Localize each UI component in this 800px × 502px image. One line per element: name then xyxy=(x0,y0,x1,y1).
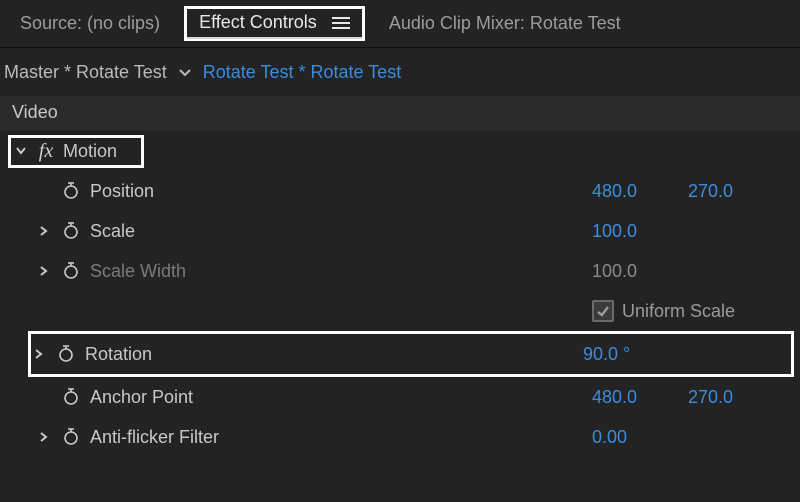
property-anchor-point-label: Anchor Point xyxy=(90,387,584,408)
property-scale-label: Scale xyxy=(90,221,584,242)
stopwatch-icon xyxy=(60,261,82,281)
fx-icon[interactable]: fx xyxy=(35,140,57,163)
tab-audio-mixer-label: Audio Clip Mixer: Rotate Test xyxy=(389,13,621,33)
tab-audio-clip-mixer[interactable]: Audio Clip Mixer: Rotate Test xyxy=(375,5,635,42)
stopwatch-icon[interactable] xyxy=(60,387,82,407)
breadcrumb-clip[interactable]: Rotate Test * Rotate Test xyxy=(203,62,401,83)
effect-list: fx Motion Position 480.0 270.0 xyxy=(0,131,800,457)
breadcrumb-master: Master * Rotate Test xyxy=(4,62,167,83)
scale-value[interactable]: 100.0 xyxy=(592,221,652,242)
property-position-label: Position xyxy=(90,181,584,202)
motion-highlight: fx Motion xyxy=(8,135,144,168)
property-anti-flicker: Anti-flicker Filter 0.00 xyxy=(0,417,800,457)
position-x-value[interactable]: 480.0 xyxy=(592,181,652,202)
hamburger-icon[interactable] xyxy=(332,16,350,30)
chevron-down-icon[interactable] xyxy=(177,66,193,78)
tab-source[interactable]: Source: (no clips) xyxy=(6,5,174,42)
property-rotation: Rotation 90.0 ° xyxy=(31,334,791,374)
chevron-right-icon[interactable] xyxy=(36,264,52,278)
uniform-scale-checkbox[interactable] xyxy=(592,300,614,322)
tab-effect-controls[interactable]: Effect Controls xyxy=(184,6,365,41)
stopwatch-icon[interactable] xyxy=(60,427,82,447)
rotation-value[interactable]: 90.0 ° xyxy=(583,344,643,365)
property-scale-width-label: Scale Width xyxy=(90,261,584,282)
property-scale: Scale 100.0 xyxy=(0,211,800,251)
chevron-down-icon[interactable] xyxy=(13,145,29,157)
property-position: Position 480.0 270.0 xyxy=(0,171,800,211)
section-video: Video xyxy=(0,96,800,131)
anchor-point-y-value[interactable]: 270.0 xyxy=(688,387,748,408)
effect-motion-label: Motion xyxy=(63,141,135,162)
tab-effect-controls-label: Effect Controls xyxy=(199,12,317,32)
uniform-scale-label: Uniform Scale xyxy=(622,301,735,322)
stopwatch-icon[interactable] xyxy=(60,181,82,201)
rotation-highlight: Rotation 90.0 ° xyxy=(28,331,794,377)
property-scale-width: Scale Width 100.0 xyxy=(0,251,800,291)
chevron-right-icon[interactable] xyxy=(36,430,52,444)
property-uniform-scale: Uniform Scale xyxy=(0,291,800,331)
stopwatch-icon[interactable] xyxy=(60,221,82,241)
scale-width-value: 100.0 xyxy=(592,261,652,282)
stopwatch-icon[interactable] xyxy=(55,344,77,364)
effect-motion-header[interactable]: fx Motion xyxy=(0,131,800,171)
position-y-value[interactable]: 270.0 xyxy=(688,181,748,202)
tab-source-label: Source: (no clips) xyxy=(20,13,160,33)
section-video-label: Video xyxy=(12,102,58,122)
chevron-right-icon[interactable] xyxy=(31,347,47,361)
property-anchor-point: Anchor Point 480.0 270.0 xyxy=(0,377,800,417)
effect-controls-breadcrumb: Master * Rotate Test Rotate Test * Rotat… xyxy=(0,48,800,96)
property-rotation-label: Rotation xyxy=(85,344,575,365)
panel-tabbar: Source: (no clips) Effect Controls Audio… xyxy=(0,0,800,48)
anti-flicker-value[interactable]: 0.00 xyxy=(592,427,652,448)
property-anti-flicker-label: Anti-flicker Filter xyxy=(90,427,584,448)
anchor-point-x-value[interactable]: 480.0 xyxy=(592,387,652,408)
chevron-right-icon[interactable] xyxy=(36,224,52,238)
